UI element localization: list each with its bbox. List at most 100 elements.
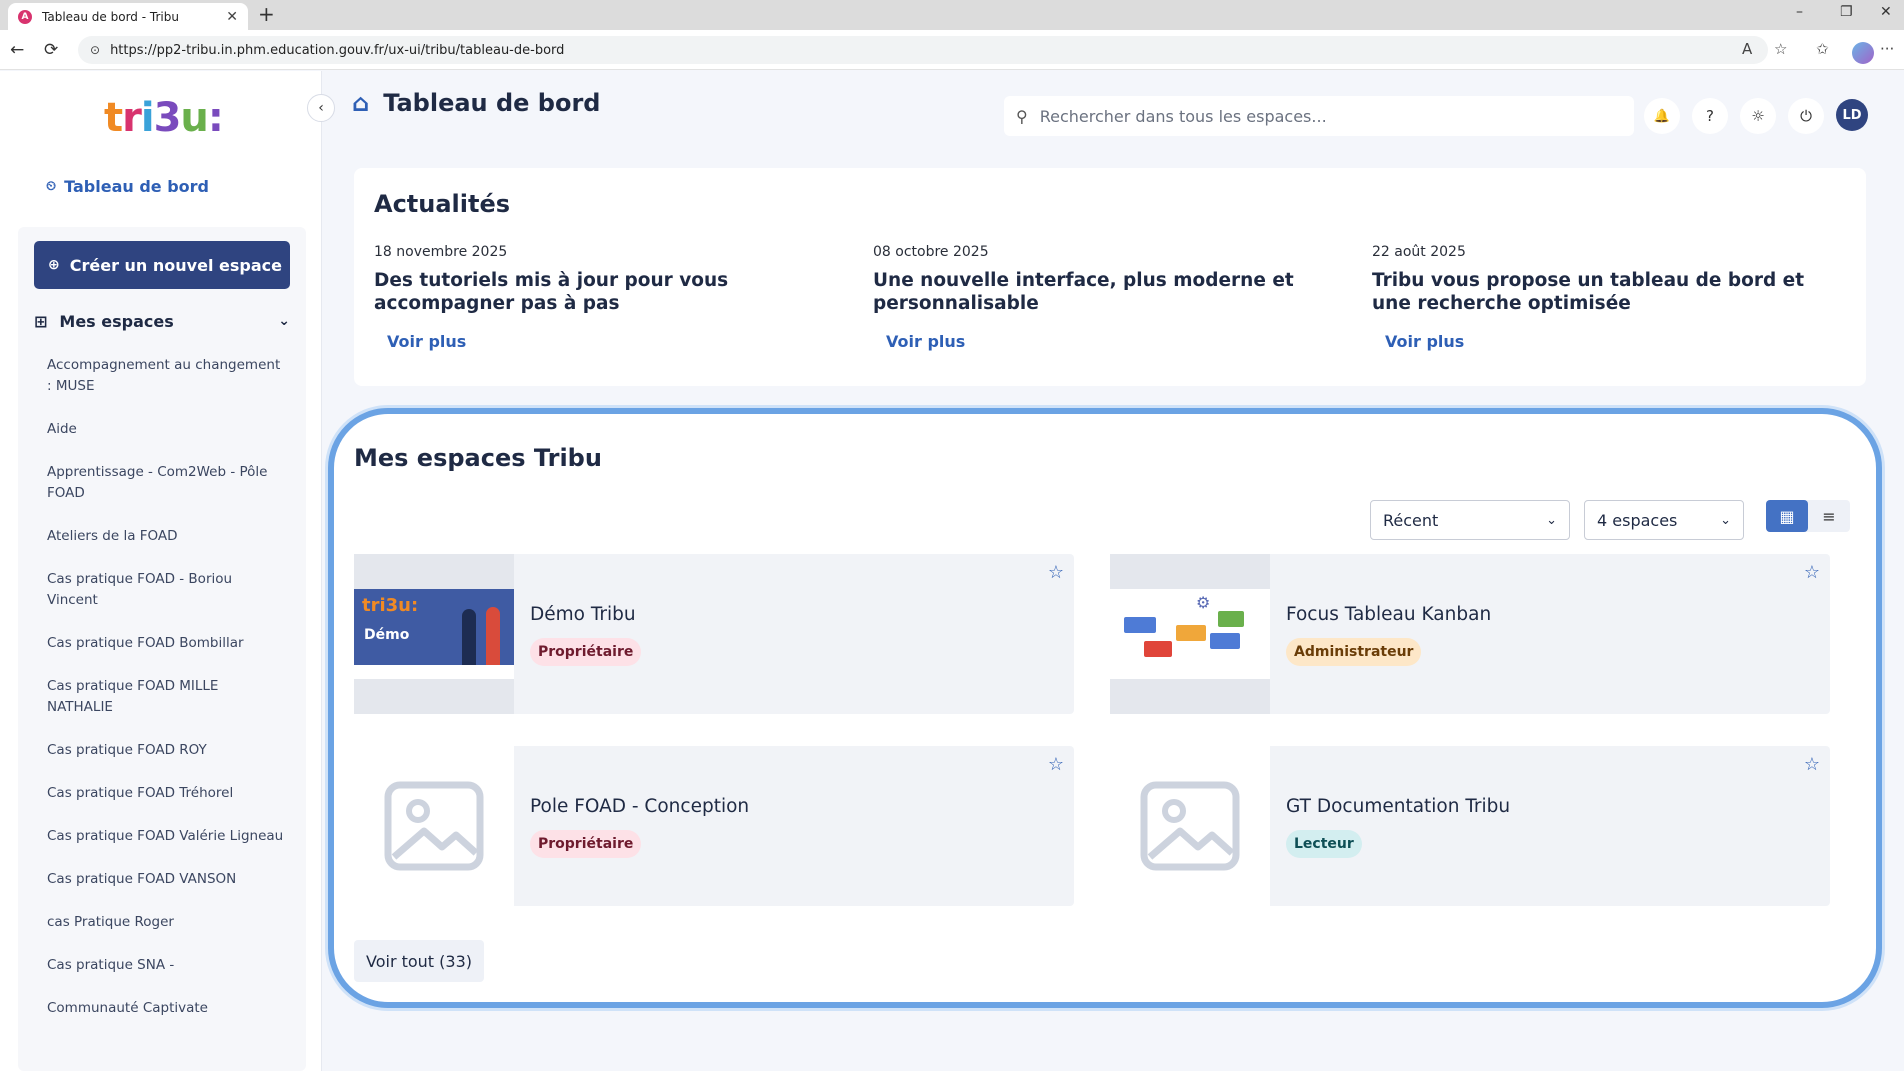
image-placeholder-icon — [384, 781, 484, 871]
space-name: Pole FOAD - Conception — [530, 796, 750, 817]
space-name: Démo Tribu — [530, 604, 636, 625]
sidebar-space-item[interactable]: Communauté Captivate — [47, 998, 287, 1019]
star-icon[interactable]: ☆ — [1048, 754, 1064, 775]
lock-icon[interactable]: ⊙ — [90, 43, 100, 57]
my-spaces-section: Mes espaces Tribu Récent ⌄ 4 espaces ⌄ ▦… — [328, 408, 1882, 1008]
space-card[interactable]: Pole FOAD - Conception Propriétaire ☆ — [354, 746, 1074, 906]
news-item: 08 octobre 2025 Une nouvelle interface, … — [873, 244, 1343, 351]
demo-tribu-image: tri3u: Démo — [354, 589, 514, 679]
space-card[interactable]: GT Documentation Tribu Lecteur ☆ — [1110, 746, 1830, 906]
logout-button[interactable]: ⏻ — [1788, 98, 1824, 134]
more-icon[interactable]: ··· — [1880, 40, 1894, 58]
favorite-icon[interactable]: ☆ — [1774, 40, 1787, 58]
sidebar: tri3u: ⏲ Tableau de bord ⊕ Créer un nouv… — [0, 71, 322, 1071]
sidebar-space-item[interactable]: Cas pratique FOAD - Boriou Vincent — [47, 569, 287, 611]
sidebar-space-item[interactable]: Cas pratique FOAD Tréhorel — [47, 783, 287, 804]
gear-icon: ⚙ — [1196, 593, 1211, 612]
star-icon[interactable]: ☆ — [1048, 562, 1064, 583]
sidebar-space-item[interactable]: Cas pratique FOAD VANSON — [47, 869, 287, 890]
role-badge: Propriétaire — [530, 638, 642, 666]
sidebar-collapse-button[interactable]: ‹ — [307, 94, 335, 122]
search-icon: ⚲ — [1016, 106, 1028, 126]
news-headline: Tribu vous propose un tableau de bord et… — [1372, 270, 1805, 314]
thumb-logo: tri3u: — [362, 595, 419, 616]
sidebar-space-item[interactable]: Aide — [47, 419, 287, 440]
sort-select[interactable]: Récent ⌄ — [1370, 500, 1570, 540]
create-space-button[interactable]: ⊕ Créer un nouvel espace — [34, 241, 290, 289]
space-card[interactable]: ⚙ Focus Tableau Kanban Administrateur ☆ — [1110, 554, 1830, 714]
sidebar-space-item[interactable]: cas Pratique Roger — [47, 912, 287, 933]
tab-title: Tableau de bord - Tribu — [42, 9, 179, 24]
chevron-left-icon: ‹ — [318, 100, 324, 116]
browser-profile-avatar[interactable] — [1852, 42, 1874, 64]
star-icon[interactable]: ☆ — [1804, 562, 1820, 583]
news-date: 08 octobre 2025 — [873, 244, 989, 260]
sidebar-panel: ⊕ Créer un nouvel espace ⊞ Mes espaces ⌄… — [18, 227, 306, 1071]
sidebar-space-item[interactable]: Ateliers de la FOAD — [47, 526, 287, 547]
kanban-image: ⚙ — [1110, 589, 1270, 679]
sidebar-space-item[interactable]: Cas pratique SNA - — [47, 955, 287, 976]
browser-tabbar: A Tableau de bord - Tribu ✕ + – ❐ ✕ — [0, 0, 1904, 30]
sort-select-value: Récent — [1383, 510, 1439, 530]
sidebar-space-item[interactable]: Apprentissage - Com2Web - Pôle FOAD — [47, 462, 287, 504]
my-spaces-label: Mes espaces — [59, 311, 174, 331]
view-toggle: ▦ ≡ — [1766, 500, 1850, 532]
reload-icon[interactable]: ⟳ — [44, 40, 58, 60]
sidebar-space-item[interactable]: Cas pratique FOAD Valérie Ligneau — [47, 826, 287, 847]
list-view-button[interactable]: ≡ — [1808, 500, 1850, 532]
news-section: Actualités 18 novembre 2025 Des tutoriel… — [354, 168, 1866, 386]
back-icon[interactable]: ← — [10, 40, 24, 60]
sidebar-space-item[interactable]: Cas pratique FOAD Bombillar — [47, 633, 287, 654]
grid-view-button[interactable]: ▦ — [1766, 500, 1808, 532]
role-badge: Propriétaire — [530, 830, 642, 858]
dashboard-icon: ⏲ — [46, 179, 57, 194]
avatar[interactable]: LD — [1836, 99, 1868, 131]
news-date: 22 août 2025 — [1372, 244, 1466, 260]
page-title: ⌂ Tableau de bord — [352, 89, 600, 117]
space-name: Focus Tableau Kanban — [1286, 604, 1492, 625]
browser-address-bar: ← ⟳ ⊙ https://pp2-tribu.in.phm.education… — [0, 30, 1904, 70]
create-space-label: Créer un nouvel espace — [69, 255, 282, 275]
window-close-icon[interactable]: ✕ — [1880, 4, 1892, 20]
notifications-button[interactable]: 🔔 — [1644, 98, 1680, 134]
my-spaces-toggle[interactable]: ⊞ Mes espaces ⌄ — [34, 307, 290, 335]
sidebar-space-item[interactable]: Cas pratique FOAD ROY — [47, 740, 287, 761]
space-thumbnail: tri3u: Démo — [354, 554, 514, 714]
space-thumbnail — [1110, 746, 1270, 906]
space-card[interactable]: tri3u: Démo Démo Tribu Propriétaire ☆ — [354, 554, 1074, 714]
restore-icon[interactable]: ❐ — [1840, 4, 1853, 20]
new-tab-icon[interactable]: + — [258, 2, 275, 26]
tab-close-icon[interactable]: ✕ — [226, 9, 238, 25]
grid-view-icon: ▦ — [1779, 506, 1795, 526]
sidebar-space-item[interactable]: Cas pratique FOAD MILLE NATHALIE — [47, 676, 287, 718]
space-thumbnail — [354, 746, 514, 906]
sidebar-item-dashboard[interactable]: ⏲ Tableau de bord — [46, 177, 209, 196]
news-more-link[interactable]: Voir plus — [387, 332, 844, 351]
view-all-button[interactable]: Voir tout (33) — [354, 940, 485, 982]
browser-tab[interactable]: A Tableau de bord - Tribu ✕ — [8, 3, 248, 30]
theme-button[interactable]: ☼ — [1740, 98, 1776, 134]
create-icon: ⊕ — [48, 257, 60, 273]
url-field[interactable]: ⊙ https://pp2-tribu.in.phm.education.gou… — [78, 36, 1768, 64]
minimize-icon[interactable]: – — [1796, 4, 1803, 20]
count-select[interactable]: 4 espaces ⌄ — [1584, 500, 1744, 540]
url-text: https://pp2-tribu.in.phm.education.gouv.… — [110, 42, 565, 58]
tab-favicon-icon: A — [18, 9, 32, 24]
favorites-icon[interactable]: ✩ — [1816, 40, 1829, 58]
sidebar-space-item[interactable]: Accompagnement au changement : MUSE — [47, 355, 287, 397]
read-aloud-icon[interactable]: A — [1742, 40, 1752, 58]
tribu-logo[interactable]: tri3u: — [104, 95, 224, 141]
my-spaces-title: Mes espaces Tribu — [354, 444, 602, 472]
star-icon[interactable]: ☆ — [1804, 754, 1820, 775]
count-select-value: 4 espaces — [1597, 510, 1678, 530]
chevron-down-icon: ⌄ — [1546, 512, 1557, 528]
news-more-link[interactable]: Voir plus — [886, 332, 1343, 351]
news-headline: Une nouvelle interface, plus moderne et … — [873, 270, 1294, 314]
search-input[interactable]: ⚲ Rechercher dans tous les espaces... — [1004, 96, 1634, 136]
chevron-down-icon: ⌄ — [1720, 512, 1731, 528]
image-placeholder-icon — [1140, 781, 1240, 871]
role-badge: Administrateur — [1286, 638, 1422, 666]
help-button[interactable]: ? — [1692, 98, 1728, 134]
list-view-icon: ≡ — [1822, 506, 1836, 526]
news-more-link[interactable]: Voir plus — [1385, 332, 1842, 351]
